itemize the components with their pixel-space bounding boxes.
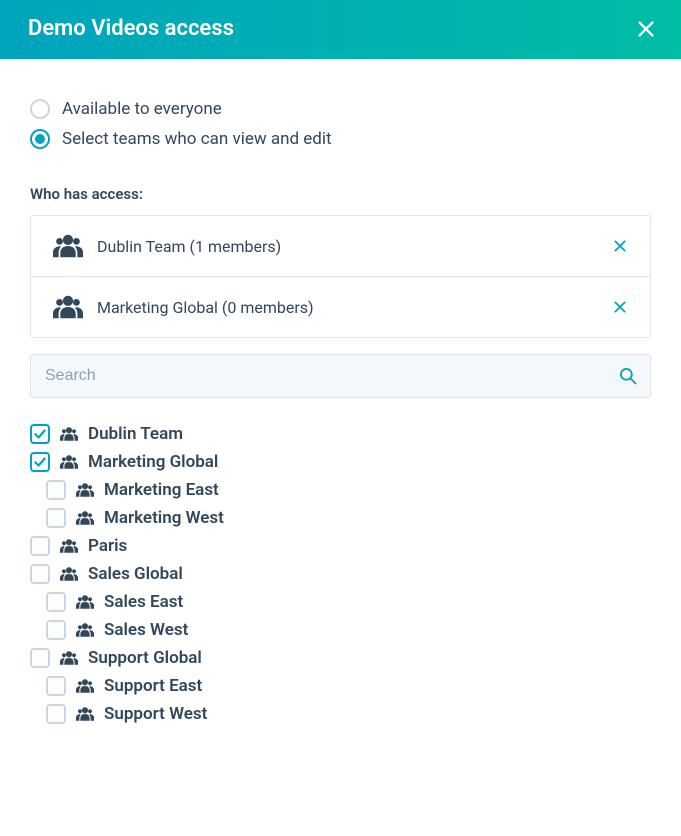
team-icon — [60, 427, 78, 441]
team-tree-label: Sales East — [104, 592, 183, 612]
checkbox[interactable] — [46, 508, 66, 528]
team-icon — [76, 595, 94, 609]
checkbox[interactable] — [30, 536, 50, 556]
access-item-label: Dublin Team (1 members) — [97, 237, 598, 256]
remove-access-icon[interactable] — [612, 238, 628, 254]
checkbox[interactable] — [46, 480, 66, 500]
team-tree-item[interactable]: Sales Global — [30, 560, 651, 588]
checkbox[interactable] — [30, 564, 50, 584]
team-tree-item[interactable]: Sales West — [30, 616, 651, 644]
radio-select-teams[interactable]: Select teams who can view and edit — [30, 129, 651, 149]
team-tree-label: Sales Global — [88, 564, 183, 584]
access-item: Dublin Team (1 members) — [31, 216, 650, 277]
team-tree-label: Sales West — [104, 620, 188, 640]
team-tree-label: Marketing East — [104, 480, 219, 500]
radio-indicator — [30, 99, 50, 119]
team-tree-label: Support East — [104, 676, 202, 696]
team-tree-label: Marketing Global — [88, 452, 218, 472]
radio-label: Select teams who can view and edit — [62, 129, 332, 149]
access-list: Dublin Team (1 members) Marketing Global… — [30, 215, 651, 338]
team-icon — [76, 511, 94, 525]
modal-body: Available to everyone Select teams who c… — [0, 59, 681, 752]
team-icon — [76, 483, 94, 497]
team-icon — [60, 651, 78, 665]
team-icon — [60, 455, 78, 469]
team-tree-item[interactable]: Marketing East — [30, 476, 651, 504]
team-tree-label: Marketing West — [104, 508, 224, 528]
search-input[interactable] — [43, 366, 618, 386]
team-tree-label: Support West — [104, 704, 207, 724]
checkbox[interactable] — [30, 648, 50, 668]
access-section-label: Who has access: — [30, 185, 651, 203]
checkbox[interactable] — [46, 620, 66, 640]
team-icon — [53, 234, 83, 258]
checkbox[interactable] — [30, 424, 50, 444]
team-icon — [76, 707, 94, 721]
search-container — [30, 354, 651, 398]
team-icon — [60, 567, 78, 581]
team-tree-item[interactable]: Sales East — [30, 588, 651, 616]
checkbox[interactable] — [46, 676, 66, 696]
radio-indicator — [30, 129, 50, 149]
access-item: Marketing Global (0 members) — [31, 277, 650, 337]
checkbox[interactable] — [46, 592, 66, 612]
team-icon — [76, 623, 94, 637]
radio-available-everyone[interactable]: Available to everyone — [30, 99, 651, 119]
team-tree-item[interactable]: Support West — [30, 700, 651, 728]
modal-header: Demo Videos access — [0, 0, 681, 59]
team-icon — [60, 539, 78, 553]
team-tree-item[interactable]: Dublin Team — [30, 420, 651, 448]
radio-label: Available to everyone — [62, 99, 222, 119]
team-tree: Dublin Team Marketing Global Marketing Eas… — [30, 420, 651, 728]
access-item-label: Marketing Global (0 members) — [97, 298, 598, 317]
checkbox[interactable] — [30, 452, 50, 472]
team-tree-item[interactable]: Support Global — [30, 644, 651, 672]
team-icon — [76, 679, 94, 693]
team-tree-label: Paris — [88, 536, 127, 556]
team-icon — [53, 295, 83, 319]
team-tree-label: Dublin Team — [88, 424, 183, 444]
team-tree-item[interactable]: Support East — [30, 672, 651, 700]
team-tree-item[interactable]: Marketing Global — [30, 448, 651, 476]
remove-access-icon[interactable] — [612, 299, 628, 315]
checkbox[interactable] — [46, 704, 66, 724]
team-tree-item[interactable]: Paris — [30, 532, 651, 560]
search-icon[interactable] — [618, 366, 638, 386]
team-tree-item[interactable]: Marketing West — [30, 504, 651, 532]
modal-title: Demo Videos access — [28, 16, 234, 41]
team-tree-label: Support Global — [88, 648, 202, 668]
close-icon[interactable] — [635, 18, 657, 40]
